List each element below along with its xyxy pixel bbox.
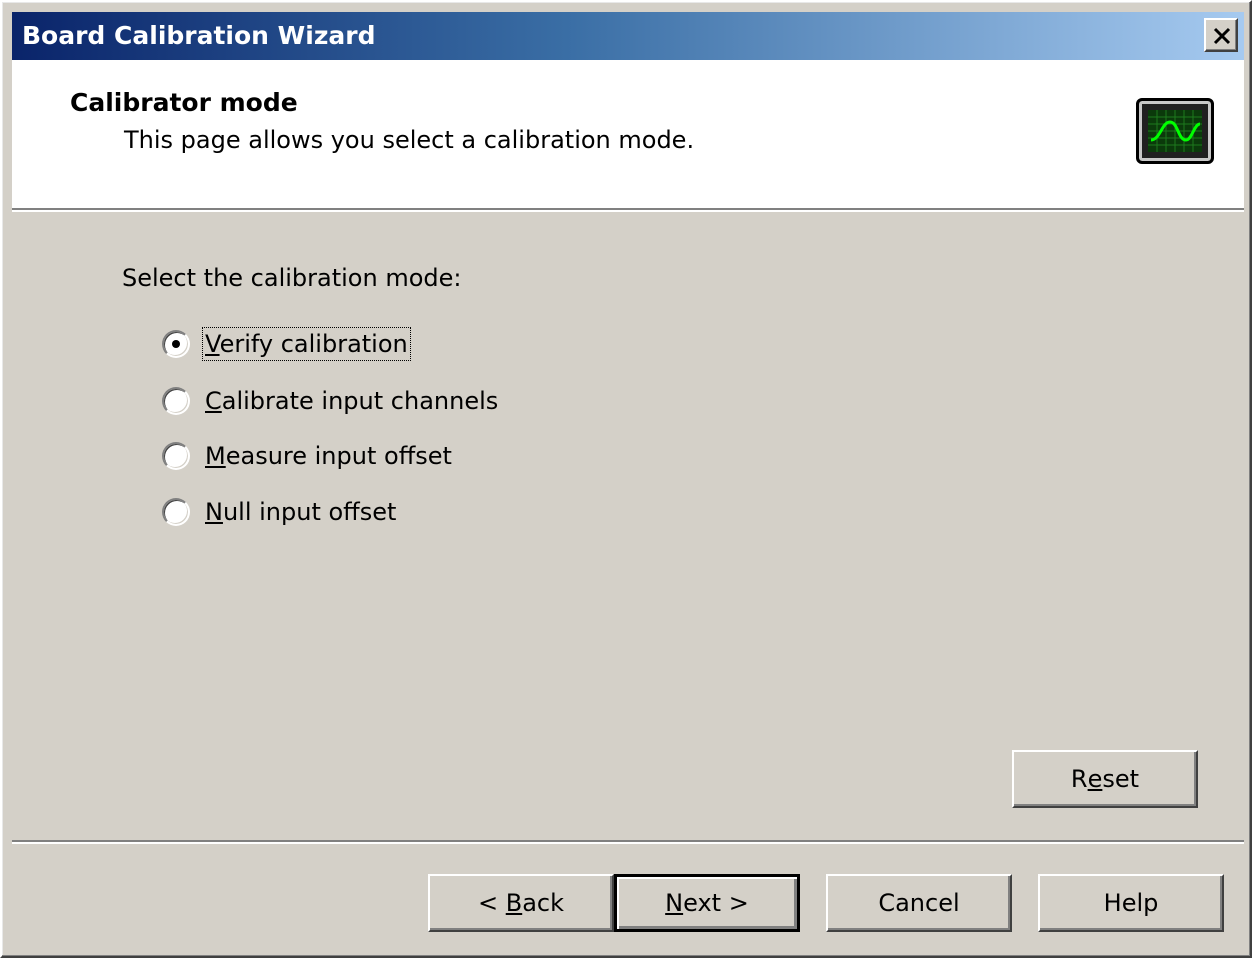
close-button[interactable] xyxy=(1204,18,1238,52)
window-title: Board Calibration Wizard xyxy=(22,21,376,50)
radio-button[interactable] xyxy=(162,387,190,415)
radio-measure-input-offset[interactable]: Measure input offset xyxy=(162,436,455,476)
radio-selected-dot xyxy=(172,340,180,348)
radio-verify-calibration[interactable]: Verify calibration xyxy=(162,324,411,364)
radio-label[interactable]: Null input offset xyxy=(202,495,399,529)
title-bar[interactable]: Board Calibration Wizard xyxy=(12,12,1244,60)
radio-calibrate-input-channels[interactable]: Calibrate input channels xyxy=(162,381,501,421)
page-title: Calibrator mode xyxy=(70,88,298,117)
radio-button[interactable] xyxy=(162,498,190,526)
mode-prompt: Select the calibration mode: xyxy=(122,264,462,292)
wizard-header: Calibrator mode This page allows you sel… xyxy=(12,60,1244,208)
radio-button[interactable] xyxy=(162,330,190,358)
cancel-button[interactable]: Cancel xyxy=(826,874,1012,932)
footer-separator xyxy=(12,840,1244,844)
radio-label[interactable]: Verify calibration xyxy=(202,327,411,361)
header-separator xyxy=(12,208,1244,212)
back-button[interactable]: < Back xyxy=(428,874,614,932)
help-button[interactable]: Help xyxy=(1038,874,1224,932)
radio-label[interactable]: Measure input offset xyxy=(202,439,455,473)
reset-button[interactable]: Re set xyxy=(1012,750,1198,808)
wizard-window: Board Calibration Wizard Calibrator mode… xyxy=(0,0,1252,958)
close-icon xyxy=(1213,27,1231,45)
page-subtitle: This page allows you select a calibratio… xyxy=(124,126,695,154)
radio-button[interactable] xyxy=(162,442,190,470)
next-button[interactable]: Next > xyxy=(614,874,800,932)
radio-null-input-offset[interactable]: Null input offset xyxy=(162,492,399,532)
oscilloscope-icon xyxy=(1136,98,1214,164)
radio-label[interactable]: Calibrate input channels xyxy=(202,384,501,418)
